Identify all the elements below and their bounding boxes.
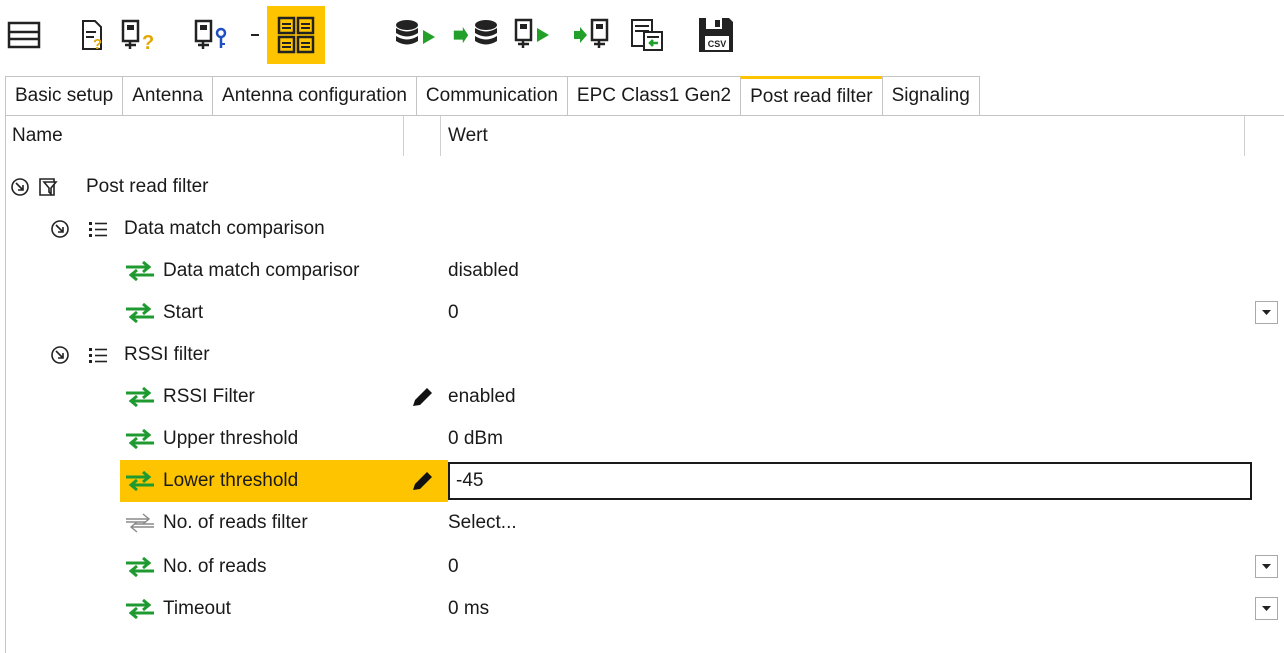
csv-save-icon: CSV: [699, 18, 733, 52]
device-export-button[interactable]: [513, 6, 557, 64]
tab-epc-class1-gen2[interactable]: EPC Class1 Gen2: [566, 76, 741, 116]
list-view-icon: [7, 21, 41, 49]
swap-arrows-outline-icon: [126, 513, 154, 533]
row-label: Lower threshold: [163, 470, 299, 491]
row-value[interactable]: Select...: [448, 502, 517, 544]
column-header-value[interactable]: Wert: [448, 116, 488, 156]
row-value[interactable]: enabled: [448, 376, 516, 418]
grid-header: Name Wert: [6, 116, 1284, 156]
row-label: Upper threshold: [163, 428, 299, 449]
row-label: No. of reads: [163, 556, 267, 577]
database-export-button[interactable]: [392, 6, 440, 64]
grid-row-upper-threshold[interactable]: Upper threshold 0 dBm: [6, 418, 1284, 460]
row-label: No. of reads filter: [163, 512, 308, 533]
tab-communication[interactable]: Communication: [415, 76, 567, 116]
document-help-button[interactable]: ?: [78, 6, 108, 64]
grid-row-timeout[interactable]: Timeout 0 ms: [6, 588, 1284, 630]
swap-arrows-icon: [126, 599, 154, 619]
column-divider[interactable]: [440, 116, 441, 156]
grid-row-no-of-reads-filter[interactable]: No. of reads filter Select...: [6, 502, 1284, 544]
device-info-button[interactable]: [193, 6, 233, 64]
pencil-icon: [413, 388, 432, 406]
grid-row-data-match-comparison[interactable]: Data match comparison: [6, 208, 1284, 250]
collapse-icon[interactable]: [50, 345, 70, 365]
grid-view-button[interactable]: [267, 6, 325, 64]
row-label: RSSI filter: [124, 344, 210, 365]
row-value[interactable]: disabled: [448, 250, 519, 292]
row-label: Start: [163, 302, 204, 323]
grid-row-no-of-reads[interactable]: No. of reads 0: [6, 546, 1284, 588]
document-import-icon: [631, 19, 663, 51]
dropdown-button[interactable]: [1255, 301, 1278, 324]
toolbar: ? ? CSV: [0, 0, 1284, 70]
column-header-name[interactable]: Name: [12, 116, 63, 156]
grid-row-rssi-filter[interactable]: RSSI Filter enabled: [6, 376, 1284, 418]
swap-arrows-icon: [126, 387, 154, 407]
row-label: Timeout: [163, 598, 231, 619]
swap-arrows-icon: [126, 471, 154, 491]
device-help-button[interactable]: ?: [120, 6, 160, 64]
database-import-icon: [453, 20, 497, 45]
collapse-icon[interactable]: [50, 219, 70, 239]
database-export-icon: [396, 20, 435, 45]
list-icon: [89, 222, 107, 237]
swap-arrows-icon: [126, 557, 154, 577]
dropdown-arrow-button[interactable]: [249, 6, 261, 64]
dropdown-arrow-icon: [251, 34, 259, 36]
dropdown-button[interactable]: [1255, 555, 1278, 578]
device-export-icon: [514, 18, 549, 48]
column-divider[interactable]: [1244, 116, 1245, 156]
row-value[interactable]: 0 dBm: [448, 418, 503, 460]
device-import-icon: [574, 18, 609, 48]
document-help-icon: ?: [82, 20, 102, 51]
row-value[interactable]: 0: [448, 292, 459, 334]
device-info-icon: [194, 19, 227, 49]
swap-arrows-icon: [126, 303, 154, 323]
row-value[interactable]: 0: [448, 546, 459, 588]
document-import-button[interactable]: [628, 6, 668, 64]
tab-signaling[interactable]: Signaling: [881, 76, 980, 116]
svg-text:?: ?: [142, 32, 154, 51]
column-divider[interactable]: [403, 116, 404, 156]
row-label: Post read filter: [86, 176, 209, 197]
filter-icon: [39, 178, 58, 196]
grid-row-lower-threshold[interactable]: Lower threshold: [6, 460, 1284, 502]
grid-row-rssi-filter-group[interactable]: RSSI filter: [6, 334, 1284, 376]
grid-row-start[interactable]: Start 0: [6, 292, 1284, 334]
swap-arrows-icon: [126, 429, 154, 449]
tab-post-read-filter[interactable]: Post read filter: [740, 76, 882, 116]
database-import-button[interactable]: [452, 6, 502, 64]
chevron-down-icon: [1262, 564, 1271, 569]
chevron-down-icon: [1262, 310, 1271, 315]
grid-row-post-read-filter[interactable]: Post read filter: [6, 166, 1284, 208]
grid-view-icon: [277, 16, 315, 54]
tab-strip: Basic setup Antenna Antenna configuratio…: [5, 76, 980, 116]
grid-row-data-match-comparisor[interactable]: Data match comparisor disabled: [6, 250, 1284, 292]
list-view-button[interactable]: [4, 6, 44, 64]
swap-arrows-icon: [126, 261, 154, 281]
row-value[interactable]: 0 ms: [448, 588, 489, 630]
chevron-down-icon: [1262, 606, 1271, 611]
row-label: RSSI Filter: [163, 386, 255, 407]
row-label: Data match comparison: [124, 218, 325, 239]
svg-text:CSV: CSV: [708, 39, 727, 49]
tab-antenna[interactable]: Antenna: [122, 76, 213, 116]
collapse-icon[interactable]: [10, 177, 30, 197]
svg-text:?: ?: [93, 36, 102, 51]
tab-basic-setup[interactable]: Basic setup: [5, 76, 123, 116]
lower-threshold-input[interactable]: [448, 462, 1252, 500]
list-icon: [89, 348, 107, 363]
csv-save-button[interactable]: CSV: [694, 6, 738, 64]
device-help-icon: ?: [121, 19, 154, 51]
row-label: Data match comparisor: [163, 260, 360, 281]
device-import-button[interactable]: [572, 6, 616, 64]
tab-antenna-configuration[interactable]: Antenna configuration: [212, 76, 416, 116]
dropdown-button[interactable]: [1255, 597, 1278, 620]
pencil-icon: [413, 472, 432, 490]
